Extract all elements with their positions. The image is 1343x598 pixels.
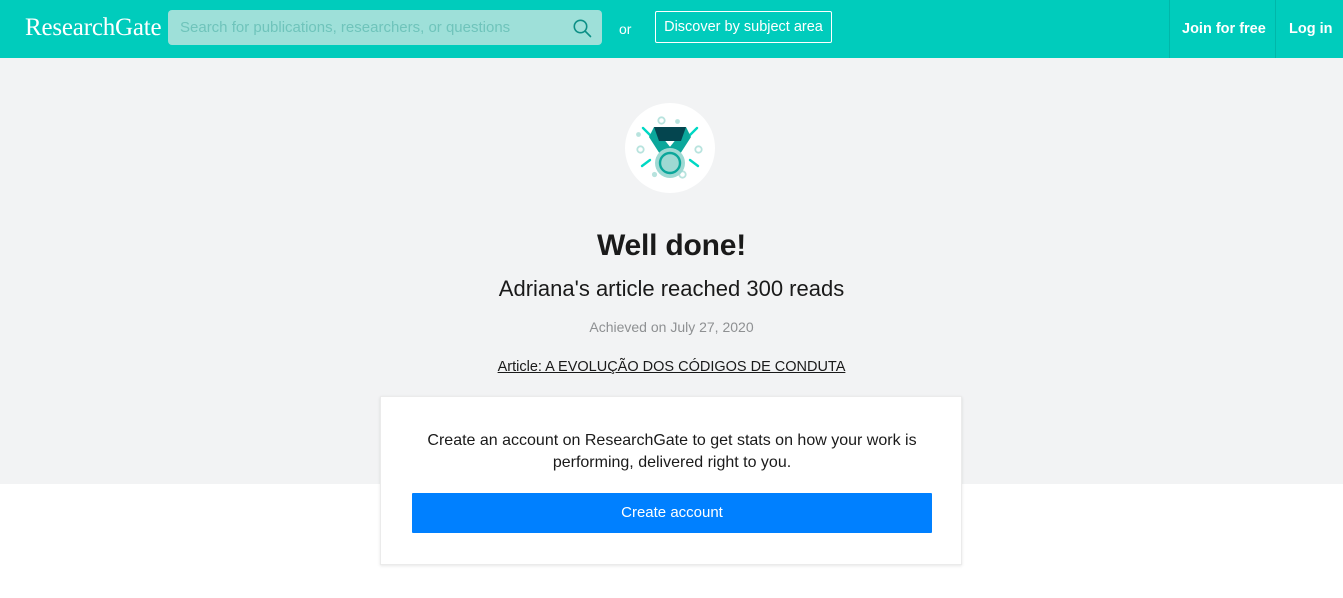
discover-by-subject-area-button[interactable]: Discover by subject area [655,11,832,43]
search-icon[interactable] [572,18,592,38]
log-in-link[interactable]: Log in [1289,19,1333,39]
header-divider-left [1169,0,1170,58]
header-divider-right [1275,0,1276,58]
achievement-badge [625,103,715,193]
medal-icon [636,116,703,179]
page-title: Well done! [596,229,747,262]
achievement-hero: Well done! Adriana's article reached 300… [0,228,1343,376]
create-account-message: Create an account on ResearchGate to get… [427,432,917,471]
researchgate-logo[interactable]: ResearchGate [25,13,162,43]
achievement-date: Achieved on July 27, 2020 [589,319,754,335]
search-input[interactable] [168,10,568,45]
or-label: or [619,21,632,37]
create-account-card: Create an account on ResearchGate to get… [380,396,962,565]
article-link[interactable]: Article: A EVOLUÇÃO DOS CÓDIGOS DE CONDU… [498,358,846,376]
create-account-button[interactable]: Create account [412,493,932,533]
site-header: ResearchGate or Discover by subject area… [0,0,1343,58]
join-for-free-link[interactable]: Join for free [1182,19,1266,39]
achievement-subtitle: Adriana's article reached 300 reads [498,276,845,301]
search-bar[interactable] [168,10,602,45]
